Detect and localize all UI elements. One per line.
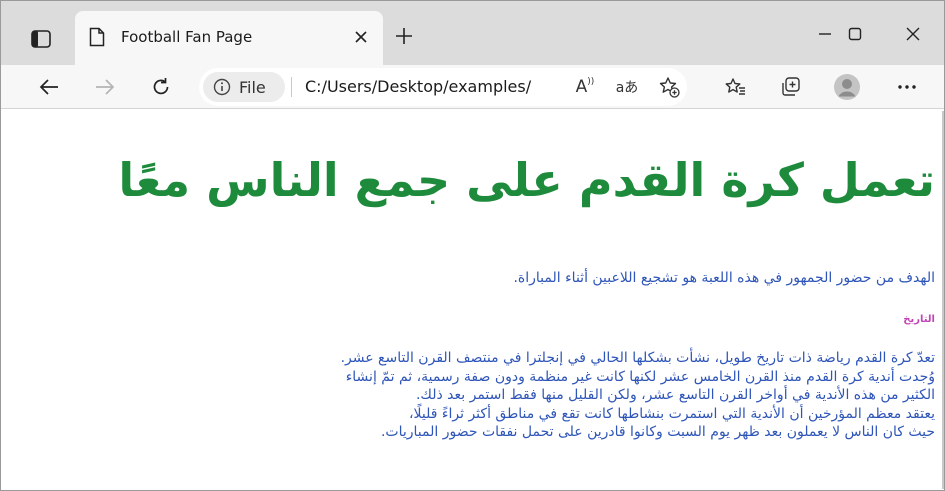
tab-football-fan-page[interactable]: Football Fan Page: [75, 11, 383, 65]
read-aloud-button[interactable]: A)): [571, 73, 599, 101]
web-page-content: تعمل كرة القدم على جمع الناس معًا الهدف …: [13, 111, 935, 489]
arrow-left-icon: [39, 79, 58, 95]
tab-actions-icon: [31, 30, 51, 48]
history-line: حيث كان الناس لا يعملون بعد ظهر يوم السب…: [380, 424, 935, 440]
page-heading: تعمل كرة القدم على جمع الناس معًا: [118, 153, 935, 207]
back-button[interactable]: [31, 69, 67, 105]
site-info-label: File: [239, 77, 266, 97]
profile-button[interactable]: [829, 69, 865, 105]
close-window-button[interactable]: [893, 19, 933, 49]
maximize-icon: [848, 27, 862, 41]
close-icon: [906, 27, 920, 41]
maximize-button[interactable]: [835, 19, 875, 49]
history-line: الكثير من هذه الأندية في أواخر القرن الت…: [415, 387, 935, 403]
browser-window: Football Fan Page File C:/Users/Desktop/…: [0, 0, 945, 491]
forward-button[interactable]: [87, 69, 123, 105]
minimize-icon: [819, 33, 831, 35]
page-icon: [89, 27, 105, 47]
translate-button[interactable]: aあ: [613, 73, 641, 101]
page-scrollbar[interactable]: [942, 111, 944, 489]
read-aloud-icon: A)): [575, 77, 595, 97]
collections-button[interactable]: [773, 69, 809, 105]
refresh-icon: [153, 78, 169, 95]
favorites-icon: [725, 78, 745, 95]
navigation-toolbar: File C:/Users/Desktop/examples/ A)) aあ: [1, 65, 944, 109]
arrow-right-icon: [96, 79, 115, 95]
favorites-button[interactable]: [717, 69, 753, 105]
tab-actions-button[interactable]: [25, 23, 57, 55]
tab-strip: Football Fan Page: [1, 1, 944, 65]
read-aloud-label: A: [575, 77, 588, 97]
plus-icon: [396, 28, 412, 44]
star-plus-icon: [659, 77, 680, 98]
intro-paragraph: الهدف من حضور الجمهور في هذه اللعبة هو ت…: [513, 270, 935, 286]
tab-title: Football Fan Page: [121, 28, 253, 46]
history-heading: التاريخ: [903, 314, 935, 325]
collections-icon: [782, 77, 800, 96]
avatar-icon: [834, 74, 860, 100]
history-line: يعتقد معظم المؤرخين أن الأندية التي استم…: [409, 405, 935, 422]
new-tab-button[interactable]: [389, 21, 419, 51]
translate-icon: aあ: [615, 80, 639, 96]
history-line: تعدّ كرة القدم رياضة ذات تاريخ طويل، نشأ…: [340, 350, 935, 366]
url-text[interactable]: C:/Users/Desktop/examples/: [305, 77, 531, 96]
address-separator: [291, 77, 292, 97]
close-tab-button[interactable]: [347, 23, 375, 51]
ellipsis-icon: [898, 85, 916, 89]
address-bar[interactable]: File C:/Users/Desktop/examples/ A)) aあ: [199, 68, 687, 106]
settings-menu-button[interactable]: [889, 69, 925, 105]
history-paragraph: تعدّ كرة القدم رياضة ذات تاريخ طويل، نشأ…: [13, 349, 935, 442]
info-icon: [213, 78, 231, 96]
refresh-button[interactable]: [143, 69, 179, 105]
close-icon: [355, 31, 367, 43]
history-line: وُجدت أندية كرة القدم منذ القرن الخامس ع…: [345, 368, 935, 385]
site-info-button[interactable]: File: [203, 72, 285, 102]
add-favorite-button[interactable]: [655, 73, 683, 101]
